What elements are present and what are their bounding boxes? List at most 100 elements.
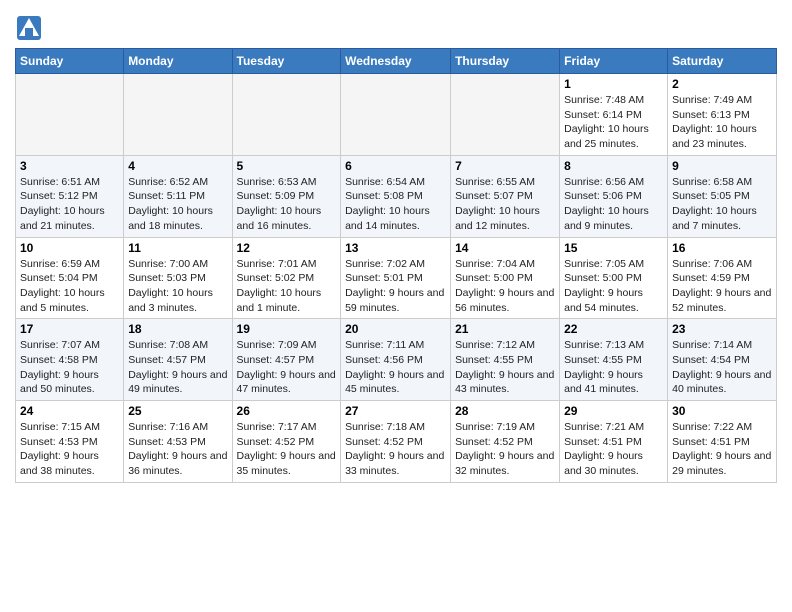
calendar-cell <box>124 74 232 156</box>
calendar-table: SundayMondayTuesdayWednesdayThursdayFrid… <box>15 48 777 483</box>
calendar-cell <box>341 74 451 156</box>
calendar-cell: 16Sunrise: 7:06 AM Sunset: 4:59 PM Dayli… <box>668 237 777 319</box>
day-number: 2 <box>672 77 772 91</box>
day-number: 17 <box>20 322 119 336</box>
day-header-monday: Monday <box>124 49 232 74</box>
day-info: Sunrise: 7:18 AM Sunset: 4:52 PM Dayligh… <box>345 420 446 479</box>
day-number: 27 <box>345 404 446 418</box>
day-number: 18 <box>128 322 227 336</box>
calendar-cell <box>451 74 560 156</box>
day-number: 13 <box>345 241 446 255</box>
day-info: Sunrise: 6:54 AM Sunset: 5:08 PM Dayligh… <box>345 175 446 234</box>
day-number: 24 <box>20 404 119 418</box>
day-number: 21 <box>455 322 555 336</box>
day-number: 14 <box>455 241 555 255</box>
day-info: Sunrise: 7:17 AM Sunset: 4:52 PM Dayligh… <box>237 420 337 479</box>
calendar-cell: 19 Sunrise: 7:09 AM Sunset: 4:57 PM Dayli… <box>232 319 341 401</box>
day-info: Sunrise: 7:00 AM Sunset: 5:03 PM Dayligh… <box>128 257 227 316</box>
day-info: Sunrise: 6:55 AM Sunset: 5:07 PM Dayligh… <box>455 175 555 234</box>
day-info: Sunrise: 7:22 AM Sunset: 4:51 PM Dayligh… <box>672 420 772 479</box>
day-info: Sunrise: 7:12 AM Sunset: 4:55 PM Dayligh… <box>455 338 555 397</box>
day-header-sunday: Sunday <box>16 49 124 74</box>
day-info: Sunrise: 7:15 AM Sunset: 4:53 PM Dayligh… <box>20 420 119 479</box>
calendar-cell: 11 Sunrise: 7:00 AM Sunset: 5:03 PM Dayli… <box>124 237 232 319</box>
day-number: 20 <box>345 322 446 336</box>
day-header-thursday: Thursday <box>451 49 560 74</box>
calendar-cell: 9Sunrise: 6:58 AM Sunset: 5:05 PM Daylig… <box>668 155 777 237</box>
calendar-week-row: 1 Sunrise: 7:48 AM Sunset: 6:14 PM Daylig… <box>16 74 777 156</box>
day-number: 5 <box>237 159 337 173</box>
calendar-week-row: 24 Sunrise: 7:15 AM Sunset: 4:53 PM Dayli… <box>16 401 777 483</box>
calendar-cell <box>16 74 124 156</box>
day-number: 16 <box>672 241 772 255</box>
day-number: 23 <box>672 322 772 336</box>
day-info: Sunrise: 7:49 AM Sunset: 6:13 PM Dayligh… <box>672 93 772 152</box>
day-info: Sunrise: 6:52 AM Sunset: 5:11 PM Dayligh… <box>128 175 227 234</box>
day-number: 30 <box>672 404 772 418</box>
calendar-cell: 3 Sunrise: 6:51 AM Sunset: 5:12 PM Daylig… <box>16 155 124 237</box>
day-number: 7 <box>455 159 555 173</box>
calendar-week-row: 10 Sunrise: 6:59 AM Sunset: 5:04 PM Dayli… <box>16 237 777 319</box>
calendar-cell: 22 Sunrise: 7:13 AM Sunset: 4:55 PM Dayli… <box>560 319 668 401</box>
day-header-saturday: Saturday <box>668 49 777 74</box>
day-info: Sunrise: 7:02 AM Sunset: 5:01 PM Dayligh… <box>345 257 446 316</box>
day-number: 28 <box>455 404 555 418</box>
calendar-cell: 29Sunrise: 7:21 AM Sunset: 4:51 PM Dayli… <box>560 401 668 483</box>
day-info: Sunrise: 7:05 AM Sunset: 5:00 PM Dayligh… <box>564 257 663 316</box>
day-number: 11 <box>128 241 227 255</box>
day-info: Sunrise: 7:13 AM Sunset: 4:55 PM Dayligh… <box>564 338 663 397</box>
calendar-cell: 24 Sunrise: 7:15 AM Sunset: 4:53 PM Dayli… <box>16 401 124 483</box>
day-info: Sunrise: 7:14 AM Sunset: 4:54 PM Dayligh… <box>672 338 772 397</box>
day-info: Sunrise: 7:19 AM Sunset: 4:52 PM Dayligh… <box>455 420 555 479</box>
calendar-cell: 30 Sunrise: 7:22 AM Sunset: 4:51 PM Dayli… <box>668 401 777 483</box>
calendar-cell <box>232 74 341 156</box>
day-header-tuesday: Tuesday <box>232 49 341 74</box>
day-number: 4 <box>128 159 227 173</box>
day-number: 22 <box>564 322 663 336</box>
day-info: Sunrise: 7:01 AM Sunset: 5:02 PM Dayligh… <box>237 257 337 316</box>
calendar-cell: 7 Sunrise: 6:55 AM Sunset: 5:07 PM Daylig… <box>451 155 560 237</box>
day-info: Sunrise: 6:56 AM Sunset: 5:06 PM Dayligh… <box>564 175 663 234</box>
day-info: Sunrise: 6:51 AM Sunset: 5:12 PM Dayligh… <box>20 175 119 234</box>
day-number: 8 <box>564 159 663 173</box>
calendar-header-row: SundayMondayTuesdayWednesdayThursdayFrid… <box>16 49 777 74</box>
day-info: Sunrise: 7:09 AM Sunset: 4:57 PM Dayligh… <box>237 338 337 397</box>
calendar-cell: 15 Sunrise: 7:05 AM Sunset: 5:00 PM Dayli… <box>560 237 668 319</box>
day-info: Sunrise: 7:07 AM Sunset: 4:58 PM Dayligh… <box>20 338 119 397</box>
day-info: Sunrise: 6:59 AM Sunset: 5:04 PM Dayligh… <box>20 257 119 316</box>
day-number: 15 <box>564 241 663 255</box>
logo-icon <box>15 14 43 42</box>
day-header-friday: Friday <box>560 49 668 74</box>
calendar-cell: 12 Sunrise: 7:01 AM Sunset: 5:02 PM Dayli… <box>232 237 341 319</box>
day-number: 6 <box>345 159 446 173</box>
calendar-cell: 26 Sunrise: 7:17 AM Sunset: 4:52 PM Dayli… <box>232 401 341 483</box>
day-info: Sunrise: 6:53 AM Sunset: 5:09 PM Dayligh… <box>237 175 337 234</box>
day-info: Sunrise: 7:11 AM Sunset: 4:56 PM Dayligh… <box>345 338 446 397</box>
calendar-cell: 14Sunrise: 7:04 AM Sunset: 5:00 PM Dayli… <box>451 237 560 319</box>
calendar-cell: 28 Sunrise: 7:19 AM Sunset: 4:52 PM Dayli… <box>451 401 560 483</box>
page-header <box>15 10 777 42</box>
day-number: 19 <box>237 322 337 336</box>
day-info: Sunrise: 7:16 AM Sunset: 4:53 PM Dayligh… <box>128 420 227 479</box>
calendar-cell: 10 Sunrise: 6:59 AM Sunset: 5:04 PM Dayli… <box>16 237 124 319</box>
calendar-cell: 17 Sunrise: 7:07 AM Sunset: 4:58 PM Dayli… <box>16 319 124 401</box>
day-info: Sunrise: 7:08 AM Sunset: 4:57 PM Dayligh… <box>128 338 227 397</box>
day-info: Sunrise: 7:21 AM Sunset: 4:51 PM Dayligh… <box>564 420 663 479</box>
day-number: 1 <box>564 77 663 91</box>
day-number: 25 <box>128 404 227 418</box>
day-number: 26 <box>237 404 337 418</box>
calendar-cell: 6 Sunrise: 6:54 AM Sunset: 5:08 PM Daylig… <box>341 155 451 237</box>
calendar-cell: 2 Sunrise: 7:49 AM Sunset: 6:13 PM Daylig… <box>668 74 777 156</box>
day-header-wednesday: Wednesday <box>341 49 451 74</box>
day-info: Sunrise: 7:48 AM Sunset: 6:14 PM Dayligh… <box>564 93 663 152</box>
day-number: 10 <box>20 241 119 255</box>
calendar-cell: 13 Sunrise: 7:02 AM Sunset: 5:01 PM Dayli… <box>341 237 451 319</box>
calendar-cell: 18 Sunrise: 7:08 AM Sunset: 4:57 PM Dayli… <box>124 319 232 401</box>
calendar-cell: 1 Sunrise: 7:48 AM Sunset: 6:14 PM Daylig… <box>560 74 668 156</box>
day-number: 12 <box>237 241 337 255</box>
calendar-cell: 23 Sunrise: 7:14 AM Sunset: 4:54 PM Dayli… <box>668 319 777 401</box>
day-number: 3 <box>20 159 119 173</box>
day-info: Sunrise: 6:58 AM Sunset: 5:05 PM Dayligh… <box>672 175 772 234</box>
calendar-week-row: 3 Sunrise: 6:51 AM Sunset: 5:12 PM Daylig… <box>16 155 777 237</box>
calendar-cell: 8 Sunrise: 6:56 AM Sunset: 5:06 PM Daylig… <box>560 155 668 237</box>
